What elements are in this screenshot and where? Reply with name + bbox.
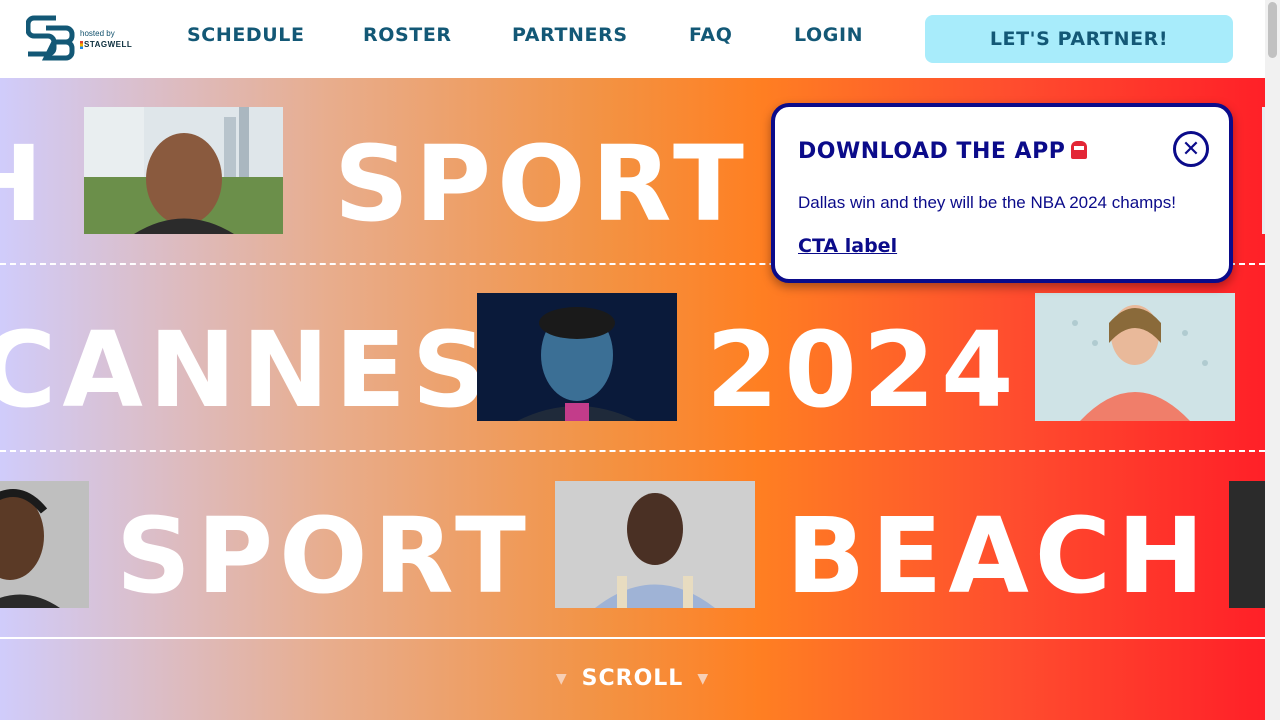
- stagwell-brand: STAGWELL: [84, 40, 133, 49]
- marquee-word-2024: 2024: [706, 309, 1020, 431]
- popup-message: Dallas win and they will be the NBA 2024…: [798, 193, 1176, 212]
- nav-login[interactable]: LOGIN: [794, 24, 863, 46]
- chevron-down-icon: ▼: [697, 671, 710, 687]
- scroll-indicator[interactable]: ▼ SCROLL ▼: [0, 666, 1265, 691]
- marquee-word-beach: BEACH: [786, 495, 1211, 617]
- chevron-down-icon: ▼: [555, 671, 568, 687]
- marquee-word-sport: SPORT: [334, 123, 750, 245]
- athlete-photo-edge-2: [1229, 481, 1265, 608]
- scrollbar-thumb[interactable]: [1268, 2, 1277, 58]
- nav-roster[interactable]: ROSTER: [363, 24, 452, 46]
- sport-beach-logo[interactable]: hosted by STAGWELL: [26, 14, 148, 64]
- athlete-photo-1: [84, 107, 283, 234]
- marquee-word-sport-2: SPORT: [116, 495, 532, 617]
- close-icon: ✕: [1181, 136, 1201, 162]
- athlete-photo-edge: [1262, 107, 1265, 234]
- close-button[interactable]: ✕: [1173, 131, 1209, 167]
- athlete-photo-4: [0, 481, 89, 608]
- lets-partner-button[interactable]: LET'S PARTNER!: [925, 15, 1233, 63]
- site-header: hosted by STAGWELL SCHEDULE ROSTER PARTN…: [0, 0, 1265, 78]
- popup-title-text: DOWNLOAD THE APP: [798, 139, 1066, 164]
- download-app-popup: DOWNLOAD THE APP ✕ Dallas win and they w…: [771, 103, 1233, 283]
- sb-monogram-icon: [26, 15, 75, 61]
- athlete-photo-5: [555, 481, 755, 608]
- page-scrollbar[interactable]: [1265, 0, 1280, 720]
- hosted-by-label: hosted by: [80, 29, 115, 38]
- marquee-fragment: H: [0, 132, 49, 236]
- scroll-label: SCROLL: [581, 666, 684, 691]
- siren-icon: [1071, 141, 1088, 159]
- nav-schedule[interactable]: SCHEDULE: [187, 24, 305, 46]
- marquee-word-cannes: CANNES: [0, 309, 493, 431]
- nav-faq[interactable]: FAQ: [689, 24, 732, 46]
- nav-partners[interactable]: PARTNERS: [512, 24, 628, 46]
- popup-title: DOWNLOAD THE APP: [798, 139, 1088, 164]
- popup-cta-link[interactable]: CTA label: [798, 235, 897, 257]
- hero-bottom-rule: [0, 637, 1265, 639]
- athlete-photo-2: [477, 293, 677, 421]
- row-divider: [0, 450, 1265, 452]
- athlete-photo-3: [1035, 293, 1235, 421]
- stagwell-mark-icon: [80, 41, 83, 49]
